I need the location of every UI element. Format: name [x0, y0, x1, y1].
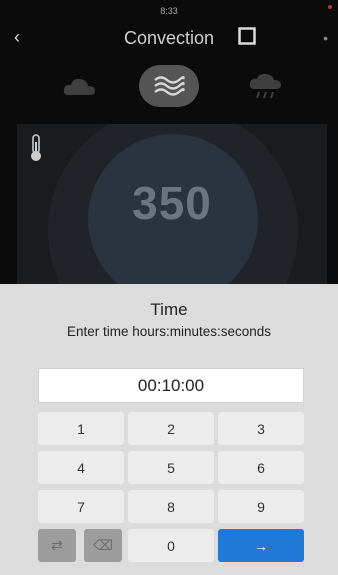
status-time: 8:33 — [160, 6, 178, 16]
key-1[interactable]: 1 — [38, 412, 124, 445]
key-6[interactable]: 6 — [218, 451, 304, 484]
more-icon[interactable]: • — [323, 30, 328, 46]
stop-icon[interactable] — [238, 27, 256, 45]
app-bar: ‹ Convection • — [0, 22, 338, 56]
time-input[interactable]: 00:10:00 — [38, 368, 304, 403]
mode-selector — [0, 64, 338, 108]
time-dialog: Time Enter time hours:minutes:seconds 00… — [0, 284, 338, 575]
dialog-title: Time — [150, 300, 188, 319]
swap-key[interactable]: ⇄ — [38, 529, 76, 562]
thermometer-icon — [31, 134, 41, 161]
backspace-key[interactable]: ⌫ — [84, 529, 122, 562]
notification-dot — [328, 5, 332, 9]
key-9[interactable]: 9 — [218, 490, 304, 523]
page-title: Convection — [123, 28, 215, 48]
mode-convection[interactable] — [139, 64, 199, 108]
dialog-subtitle: Enter time hours:minutes:seconds — [66, 324, 272, 339]
cloud-icon — [63, 78, 95, 95]
key-8[interactable]: 8 — [128, 490, 214, 523]
mode-broil[interactable] — [236, 64, 296, 108]
mode-selected-bubble — [139, 65, 199, 107]
waves-icon — [154, 76, 185, 96]
enter-button[interactable]: → — [218, 529, 304, 562]
mode-bake[interactable] — [50, 64, 110, 108]
key-0[interactable]: 0 — [128, 529, 214, 562]
key-5[interactable]: 5 — [128, 451, 214, 484]
key-3[interactable]: 3 — [218, 412, 304, 445]
key-4[interactable]: 4 — [38, 451, 124, 484]
key-7[interactable]: 7 — [38, 490, 124, 523]
temperature-value: 350 — [132, 177, 212, 229]
temperature-panel: 350 — [17, 124, 327, 284]
cloud-rain-icon — [249, 73, 281, 99]
key-2[interactable]: 2 — [128, 412, 214, 445]
oven-screen: 8:33 ‹ Convection • 350 Time Enter time … — [0, 0, 338, 575]
